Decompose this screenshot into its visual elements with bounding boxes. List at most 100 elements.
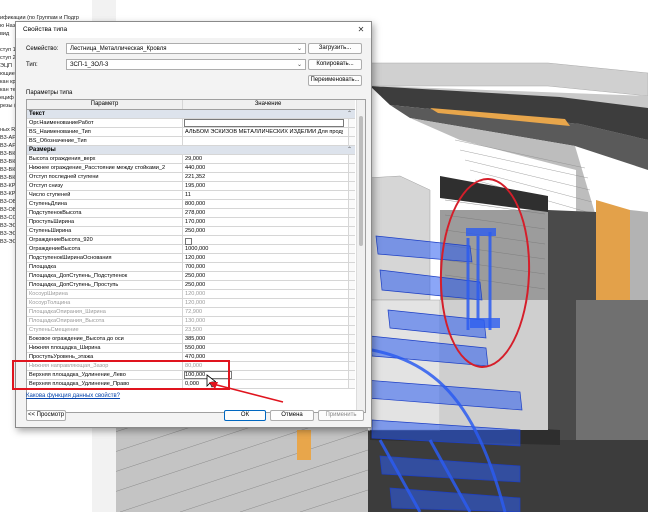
- parameter-row[interactable]: Высота ограждения_верх 29,000: [27, 155, 355, 164]
- formula-button[interactable]: [348, 290, 355, 298]
- formula-button[interactable]: [348, 209, 355, 217]
- browser-item[interactable]: кан те: [0, 86, 16, 94]
- parameter-row[interactable]: Нижнее ограждение_Расстояние между стойк…: [27, 164, 355, 173]
- parameter-value[interactable]: 11: [185, 192, 343, 198]
- parameter-value[interactable]: 1000,000: [185, 246, 343, 252]
- browser-item[interactable]: ециф: [0, 94, 14, 102]
- browser-item[interactable]: кан кр: [0, 78, 16, 86]
- parameter-group-row[interactable]: Размеры ⌃: [27, 146, 355, 155]
- formula-button[interactable]: [348, 137, 355, 145]
- formula-button[interactable]: [348, 308, 355, 316]
- parameter-row[interactable]: Число ступеней 11: [27, 191, 355, 200]
- browser-item[interactable]: В3-ВК: [0, 174, 15, 182]
- browser-item[interactable]: ступ 1: [0, 46, 16, 54]
- vertical-scrollbar[interactable]: [356, 100, 365, 412]
- formula-button[interactable]: [348, 128, 355, 136]
- parameter-row[interactable]: ОграждениеВысота_920: [27, 236, 355, 245]
- formula-button[interactable]: [348, 218, 355, 226]
- rename-button[interactable]: Переименовать...: [308, 75, 362, 86]
- formula-button[interactable]: [348, 299, 355, 307]
- close-icon[interactable]: ✕: [355, 24, 367, 36]
- browser-item[interactable]: В3-ЭС: [0, 238, 16, 246]
- parameter-value[interactable]: 120,000: [185, 291, 343, 297]
- parameter-row[interactable]: СтупеньСмещение 23,500: [27, 326, 355, 335]
- parameter-row[interactable]: ПодступенокШиринаОснования 120,000: [27, 254, 355, 263]
- parameter-value[interactable]: 23,500: [185, 327, 343, 333]
- parameter-row[interactable]: СтупеньДлина 800,000: [27, 200, 355, 209]
- parameter-value[interactable]: 120,000: [185, 300, 343, 306]
- browser-item[interactable]: В3-АР: [0, 134, 16, 142]
- formula-button[interactable]: [348, 236, 355, 244]
- load-button[interactable]: Загрузить...: [308, 43, 362, 54]
- formula-button[interactable]: [348, 263, 355, 271]
- value-edit-box[interactable]: [184, 119, 344, 127]
- browser-item[interactable]: В3-ЭС: [0, 222, 16, 230]
- checkbox-icon[interactable]: [185, 238, 192, 245]
- parameter-value[interactable]: 385,000: [185, 336, 343, 342]
- formula-button[interactable]: [348, 119, 355, 127]
- browser-item[interactable]: В3-КР: [0, 182, 15, 190]
- formula-button[interactable]: [348, 344, 355, 352]
- parameter-row[interactable]: Площадка 700,000: [27, 263, 355, 272]
- parameter-value[interactable]: 800,000: [185, 201, 343, 207]
- cancel-button[interactable]: Отмена: [270, 410, 314, 421]
- formula-button[interactable]: [348, 353, 355, 361]
- formula-button[interactable]: [348, 173, 355, 181]
- parameter-row[interactable]: Площадка_ДопСтупень_Подступенок 250,000: [27, 272, 355, 281]
- browser-item[interactable]: ступ 2: [0, 54, 16, 62]
- formula-button[interactable]: [348, 245, 355, 253]
- browser-item[interactable]: резы (: [0, 102, 16, 110]
- parameter-row[interactable]: ПлощадкаОпирания_Ширина 72,900: [27, 308, 355, 317]
- parameter-value[interactable]: АЛЬБОМ ЭСКИЗОВ МЕТАЛЛИЧЕСКИХ ИЗДЕЛИЙ Для…: [185, 129, 343, 135]
- formula-button[interactable]: [348, 335, 355, 343]
- parameter-row[interactable]: ПроступьШирина 170,000: [27, 218, 355, 227]
- parameter-value[interactable]: 700,000: [185, 264, 343, 270]
- parameter-row[interactable]: ПодступенокВысота 278,000: [27, 209, 355, 218]
- parameter-row[interactable]: ПлощадкаОпирания_Высота 130,000: [27, 317, 355, 326]
- browser-item[interactable]: ю Наз: [0, 22, 15, 30]
- help-link[interactable]: Какова функция данных свойств?: [26, 393, 120, 399]
- parameter-row[interactable]: КосоурТолщина 120,000: [27, 299, 355, 308]
- formula-button[interactable]: [348, 164, 355, 172]
- formula-button[interactable]: [348, 155, 355, 163]
- browser-item[interactable]: В3-ЭС: [0, 230, 16, 238]
- parameter-row[interactable]: BS_Наименование_Тип АЛЬБОМ ЭСКИЗОВ МЕТАЛЛ…: [27, 128, 355, 137]
- parameter-row[interactable]: Боковое ограждение_Высота до оси 385,000: [27, 335, 355, 344]
- browser-item[interactable]: ющие: [0, 70, 15, 78]
- parameter-value[interactable]: 170,000: [185, 219, 343, 225]
- collapse-icon[interactable]: ⌃: [347, 110, 352, 117]
- browser-item[interactable]: В3-ВК: [0, 158, 15, 166]
- formula-button[interactable]: [348, 326, 355, 334]
- parameter-row[interactable]: BS_Обозначение_Тип: [27, 137, 355, 146]
- parameter-row[interactable]: СтупеньШирина 250,000: [27, 227, 355, 236]
- parameter-value[interactable]: 120,000: [185, 255, 343, 261]
- formula-button[interactable]: [348, 380, 355, 388]
- parameter-value[interactable]: 29,000: [185, 156, 343, 162]
- preview-button[interactable]: << Просмотр: [26, 410, 66, 421]
- browser-item[interactable]: вид: [0, 30, 9, 38]
- parameter-value[interactable]: 250,000: [185, 282, 343, 288]
- parameter-value[interactable]: 250,000: [185, 273, 343, 279]
- browser-item[interactable]: В3-АР: [0, 142, 16, 150]
- formula-button[interactable]: [348, 317, 355, 325]
- formula-button[interactable]: [348, 182, 355, 190]
- parameter-row[interactable]: Орг.НаименованиеРабот: [27, 119, 355, 128]
- dialog-titlebar[interactable]: Свойства типа ✕: [16, 22, 371, 38]
- browser-item[interactable]: В3-ВК: [0, 166, 15, 174]
- browser-item[interactable]: В3-ВК: [0, 150, 15, 158]
- parameter-value[interactable]: 221,352: [185, 174, 343, 180]
- formula-button[interactable]: [348, 371, 355, 379]
- formula-button[interactable]: [348, 272, 355, 280]
- parameter-row[interactable]: Нижняя площадка_Ширина 550,000: [27, 344, 355, 353]
- family-select[interactable]: Лестница_Металлическая_Кровля ⌄: [66, 43, 306, 54]
- parameter-row[interactable]: Площадка_ДопСтупень_Проступь 250,000: [27, 281, 355, 290]
- formula-button[interactable]: [348, 227, 355, 235]
- parameter-value[interactable]: 550,000: [185, 345, 343, 351]
- formula-button[interactable]: [348, 362, 355, 370]
- parameter-group-row[interactable]: Текст ⌃: [27, 110, 355, 119]
- parameter-row[interactable]: Отступ снизу 195,000: [27, 182, 355, 191]
- parameter-row[interactable]: Отступ последней ступени 221,352: [27, 173, 355, 182]
- scrollbar-thumb[interactable]: [359, 116, 363, 246]
- browser-item[interactable]: ЭЦП: [0, 62, 12, 70]
- formula-button[interactable]: [348, 191, 355, 199]
